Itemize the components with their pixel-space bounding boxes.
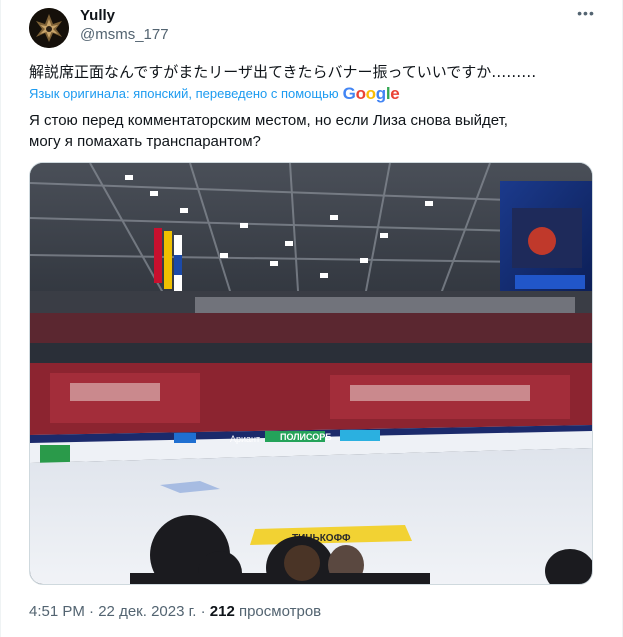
tweet-original-text: 解説席正面なんですがまたリーザ出てきたらバナー振っていいですか……… xyxy=(29,63,537,81)
translated-text-line-1: Я стою перед комментаторским местом, но … xyxy=(29,112,508,129)
google-logo: Google xyxy=(342,84,400,103)
board-ad-2: ПОЛИСОРБ xyxy=(280,432,332,442)
user-handle[interactable]: @msms_177 xyxy=(80,26,169,44)
meta-separator: · xyxy=(200,603,206,620)
tweet-translated-text: Я стою перед комментаторским местом, но … xyxy=(29,110,599,152)
tweet-meta: 4:51 PM · 22 дек. 2023 г. · 212 просмотр… xyxy=(29,603,321,621)
avatar-image xyxy=(29,8,69,48)
views-label: просмотров xyxy=(238,603,322,620)
more-icon: ••• xyxy=(577,5,595,21)
translation-label: Язык оригинала: японский, переведено с п… xyxy=(29,86,339,101)
translation-note[interactable]: Язык оригинала: японский, переведено с п… xyxy=(29,84,400,103)
tweet: Yully @msms_177 ••• 解説席正面なんですがまたリーザ出てきたら… xyxy=(0,0,623,637)
views-count: 212 xyxy=(209,603,235,620)
arena-photo: Ариант ПОЛИСОРБ ТИНЬКОФФ xyxy=(30,163,592,584)
board-ad-1: Ариант xyxy=(230,434,260,444)
tweet-date[interactable]: 22 дек. 2023 г. xyxy=(98,603,196,620)
meta-separator: · xyxy=(89,603,95,620)
translated-text-line-2: могу я помахать транспарантом? xyxy=(29,133,261,150)
tweet-time[interactable]: 4:51 PM xyxy=(29,603,85,620)
display-name[interactable]: Yully xyxy=(80,7,115,25)
more-button[interactable]: ••• xyxy=(575,2,597,24)
tweet-photo[interactable]: Ариант ПОЛИСОРБ ТИНЬКОФФ xyxy=(29,162,593,585)
avatar[interactable] xyxy=(29,8,69,48)
